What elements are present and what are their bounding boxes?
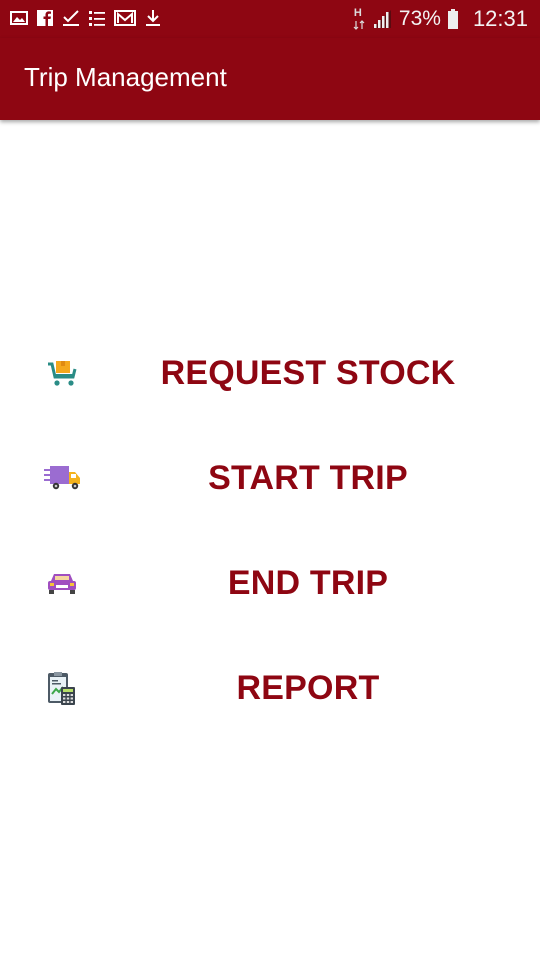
image-icon [10, 9, 28, 27]
list-icon [88, 9, 106, 27]
shopping-cart-icon [44, 358, 82, 390]
main-menu: REQUEST STOCK START TRIP END TRIP REPORT [0, 320, 540, 740]
battery-icon [447, 8, 459, 30]
request-stock-label: REQUEST STOCK [160, 354, 456, 392]
report-button[interactable]: REPORT [0, 635, 540, 740]
checkmark-icon [62, 9, 80, 27]
download-icon [144, 9, 162, 27]
delivery-truck-icon [44, 463, 82, 495]
start-trip-button[interactable]: START TRIP [0, 425, 540, 530]
battery-percent: 73% [398, 7, 441, 30]
report-label: REPORT [236, 669, 380, 707]
page-title: Trip Management [24, 62, 227, 92]
clock: 12:31 [472, 6, 528, 31]
request-stock-button[interactable]: REQUEST STOCK [0, 320, 540, 425]
system-status: H 73% 12:31 [353, 5, 528, 33]
facebook-icon [36, 9, 54, 27]
end-trip-label: END TRIP [227, 564, 389, 602]
car-icon [44, 568, 82, 600]
start-trip-label: START TRIP [208, 459, 408, 497]
signal-icon [371, 8, 393, 30]
notification-icons [10, 8, 162, 28]
app-bar: Trip Management [0, 38, 540, 120]
mail-icon [114, 9, 136, 27]
status-bar: H 73% 12:31 [0, 0, 540, 38]
report-calculator-icon [44, 672, 82, 705]
end-trip-button[interactable]: END TRIP [0, 530, 540, 635]
network-type-icon: H [353, 7, 365, 31]
